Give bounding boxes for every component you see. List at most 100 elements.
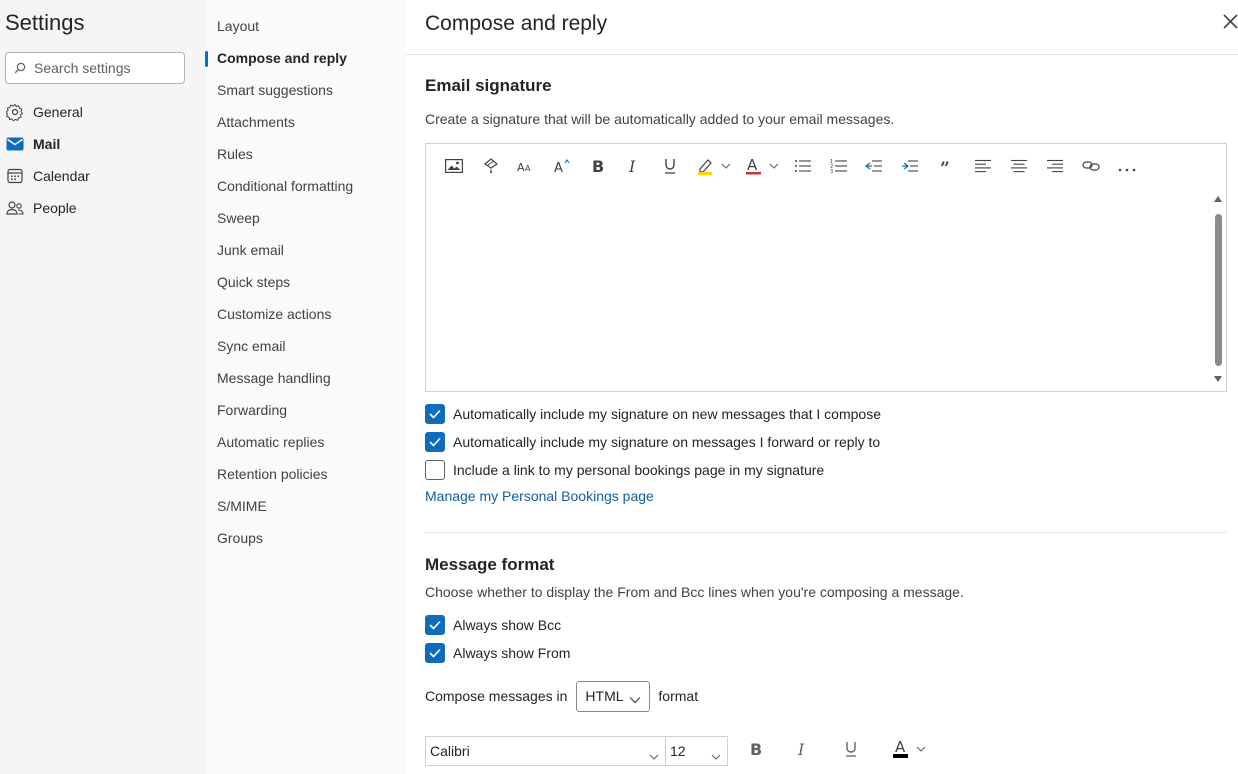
font-color-button[interactable]: A xyxy=(742,154,786,182)
nav-item-smime[interactable]: S/MIME xyxy=(217,495,267,517)
font-size-dropdown[interactable]: 12 xyxy=(665,736,728,766)
nav-item-forwarding[interactable]: Forwarding xyxy=(217,399,287,421)
default-bold-button[interactable]: B xyxy=(742,736,770,766)
auto-signature-reply-checkbox[interactable]: Automatically include my signature on me… xyxy=(425,431,880,453)
category-people[interactable]: People xyxy=(5,196,77,220)
nav-item-conditional-formatting[interactable]: Conditional formatting xyxy=(217,175,353,197)
svg-text:I: I xyxy=(628,158,636,174)
scroll-up-arrow-icon[interactable] xyxy=(1214,196,1222,202)
increase-indent-button[interactable] xyxy=(898,154,922,182)
close-button[interactable] xyxy=(1220,8,1238,38)
scroll-down-arrow-icon[interactable] xyxy=(1214,376,1222,382)
align-center-icon xyxy=(1010,159,1028,178)
align-right-icon xyxy=(1046,159,1064,178)
align-left-icon xyxy=(974,159,992,178)
format-painter-icon xyxy=(482,157,500,180)
insert-picture-button[interactable] xyxy=(442,154,466,182)
more-options-button[interactable] xyxy=(1115,154,1139,182)
font-color-icon: A xyxy=(889,738,929,765)
always-show-from-checkbox[interactable]: Always show From xyxy=(425,642,570,664)
always-show-bcc-checkbox[interactable]: Always show Bcc xyxy=(425,614,561,636)
checkbox-checked-icon xyxy=(425,404,445,424)
bullets-button[interactable] xyxy=(791,154,815,182)
italic-icon: I xyxy=(627,157,641,179)
bullets-icon xyxy=(794,159,812,178)
compose-format-suffix: format xyxy=(658,688,699,704)
underline-button[interactable] xyxy=(658,154,682,182)
highlight-button[interactable] xyxy=(694,154,738,182)
nav-item-attachments[interactable]: Attachments xyxy=(217,111,295,133)
checkbox-label: Always show Bcc xyxy=(453,617,562,633)
font-size-value: 12 xyxy=(670,743,686,759)
font-size-button[interactable]: AA xyxy=(514,154,538,182)
compose-format-select[interactable]: HTML xyxy=(576,680,651,712)
italic-button[interactable]: I xyxy=(622,154,646,182)
active-indicator xyxy=(205,51,208,67)
grow-font-icon: A xyxy=(553,158,571,179)
default-italic-button[interactable]: I xyxy=(789,736,817,766)
search-box[interactable] xyxy=(5,52,185,84)
nav-item-junk-email[interactable]: Junk email xyxy=(217,239,284,261)
manage-bookings-link[interactable]: Manage my Personal Bookings page xyxy=(425,488,654,504)
scroll-thumb[interactable] xyxy=(1215,214,1222,366)
underline-icon xyxy=(844,740,858,763)
checkbox-label: Automatically include my signature on me… xyxy=(453,434,881,450)
nav-item-sweep[interactable]: Sweep xyxy=(217,207,260,229)
format-painter-button[interactable] xyxy=(479,154,503,182)
nav-item-quick-steps[interactable]: Quick steps xyxy=(217,271,290,293)
nav-item-customize-actions[interactable]: Customize actions xyxy=(217,303,331,325)
signature-editor: AA A B I A 123 ” xyxy=(425,143,1227,392)
close-icon xyxy=(1222,13,1238,34)
settings-title: Settings xyxy=(5,10,85,35)
numbering-icon: 123 xyxy=(830,159,848,178)
nav-item-layout[interactable]: Layout xyxy=(217,15,259,37)
font-family-dropdown[interactable]: Calibri xyxy=(425,736,665,766)
nav-item-automatic-replies[interactable]: Automatic replies xyxy=(217,431,324,453)
quote-button[interactable]: ” xyxy=(934,154,958,182)
checkbox-label: Automatically include my signature on ne… xyxy=(453,406,881,422)
signature-text-area[interactable] xyxy=(426,192,1212,377)
compose-format-prefix: Compose messages in xyxy=(425,688,568,704)
default-font-color-button[interactable]: A xyxy=(887,736,931,766)
checkbox-label: Include a link to my personal bookings p… xyxy=(453,462,825,478)
align-center-button[interactable] xyxy=(1007,154,1031,182)
decrease-indent-button[interactable] xyxy=(862,154,886,182)
bold-button[interactable]: B xyxy=(586,154,610,182)
default-underline-button[interactable] xyxy=(837,736,865,766)
nav-item-compose-and-reply[interactable]: Compose and reply xyxy=(217,47,347,69)
category-calendar[interactable]: Calendar xyxy=(5,164,90,188)
auto-signature-new-checkbox[interactable]: Automatically include my signature on ne… xyxy=(425,403,881,425)
category-general[interactable]: General xyxy=(5,100,83,124)
compose-format-value: HTML xyxy=(585,688,624,704)
gear-icon xyxy=(5,102,25,122)
align-right-button[interactable] xyxy=(1043,154,1067,182)
nav-item-retention-policies[interactable]: Retention policies xyxy=(217,463,328,485)
align-left-button[interactable] xyxy=(971,154,995,182)
svg-text:A: A xyxy=(747,157,758,174)
compose-format-row: Compose messages in HTML format xyxy=(425,680,698,712)
svg-text:A: A xyxy=(554,161,563,174)
category-mail[interactable]: Mail xyxy=(5,132,60,156)
search-icon xyxy=(6,62,34,74)
insert-link-button[interactable] xyxy=(1079,154,1103,182)
svg-text:”: ” xyxy=(940,159,950,173)
bookings-link-checkbox[interactable]: Include a link to my personal bookings p… xyxy=(425,459,824,481)
nav-item-rules[interactable]: Rules xyxy=(217,143,253,165)
default-font-row: Calibri 12 B I A xyxy=(425,736,945,766)
editor-toolbar: AA A B I A 123 ” xyxy=(436,154,1216,182)
svg-text:A: A xyxy=(895,738,906,756)
numbering-button[interactable]: 123 xyxy=(827,154,851,182)
font-family-value: Calibri xyxy=(430,743,470,759)
bold-icon: B xyxy=(591,157,605,179)
nav-item-sync-email[interactable]: Sync email xyxy=(217,335,285,357)
checkbox-unchecked-icon xyxy=(425,460,445,480)
nav-item-smart-suggestions[interactable]: Smart suggestions xyxy=(217,79,333,101)
calendar-icon xyxy=(5,166,25,186)
nav-item-groups[interactable]: Groups xyxy=(217,527,263,549)
search-input[interactable] xyxy=(34,60,174,76)
editor-scrollbar[interactable] xyxy=(1212,196,1224,386)
nav-item-message-handling[interactable]: Message handling xyxy=(217,367,331,389)
insert-picture-icon xyxy=(445,158,463,178)
grow-font-button[interactable]: A xyxy=(550,154,574,182)
message-format-heading: Message format xyxy=(425,555,555,574)
